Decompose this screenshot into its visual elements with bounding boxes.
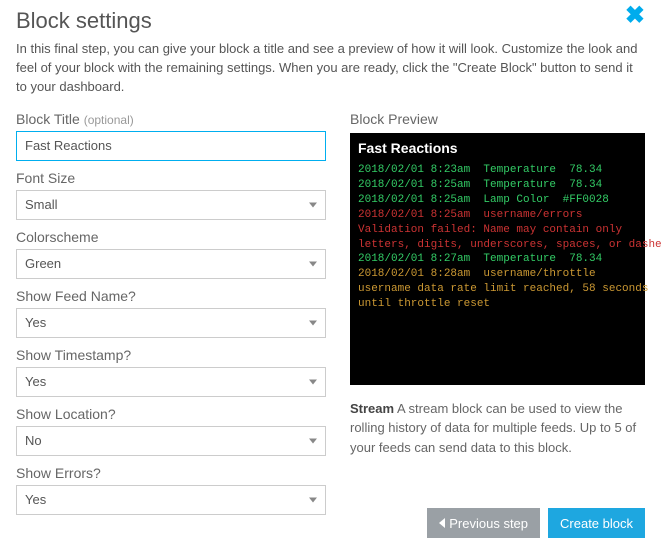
create-block-button[interactable]: Create block <box>548 508 645 538</box>
block-title-input[interactable] <box>16 131 326 161</box>
block-title-label: Block Title (optional) <box>16 111 326 127</box>
show-location-select[interactable]: No <box>16 426 326 456</box>
caret-down-icon <box>309 438 317 443</box>
settings-form: Block Title (optional) Font Size Small C… <box>16 111 326 515</box>
page-description: In this final step, you can give your bl… <box>16 40 645 97</box>
preview-line: 2018/02/01 8:28am username/throttle <box>358 267 637 282</box>
preview-title: Fast Reactions <box>358 139 637 158</box>
preview-line: Validation failed: Name may contain only <box>358 223 637 238</box>
preview-line: username data rate limit reached, 58 sec… <box>358 282 637 297</box>
caret-down-icon <box>309 261 317 266</box>
page-title: Block settings <box>16 8 152 34</box>
previous-step-button[interactable]: Previous step <box>427 508 540 538</box>
show-feed-name-select[interactable]: Yes <box>16 308 326 338</box>
preview-caption: Stream A stream block can be used to vie… <box>350 399 645 458</box>
colorscheme-select[interactable]: Green <box>16 249 326 279</box>
preview-line: 2018/02/01 8:23am Temperature 78.34 <box>358 163 637 178</box>
preview-line: letters, digits, underscores, spaces, or… <box>358 238 637 253</box>
preview-line: 2018/02/01 8:25am Temperature 78.34 <box>358 178 637 193</box>
caret-down-icon <box>309 379 317 384</box>
preview-line: 2018/02/01 8:25am Lamp Color #FF0028 <box>358 193 637 208</box>
show-errors-label: Show Errors? <box>16 465 326 481</box>
caret-down-icon <box>309 320 317 325</box>
block-preview-label: Block Preview <box>350 111 645 127</box>
chevron-left-icon <box>439 518 445 528</box>
preview-line: 2018/02/01 8:27am Temperature 78.34 <box>358 252 637 267</box>
preview-line: 2018/02/01 8:25am username/errors <box>358 208 637 223</box>
show-errors-select[interactable]: Yes <box>16 485 326 515</box>
block-preview: Fast Reactions 2018/02/01 8:23am Tempera… <box>350 133 645 385</box>
show-feed-name-label: Show Feed Name? <box>16 288 326 304</box>
caret-down-icon <box>309 202 317 207</box>
colorscheme-label: Colorscheme <box>16 229 326 245</box>
show-location-label: Show Location? <box>16 406 326 422</box>
caret-down-icon <box>309 497 317 502</box>
show-timestamp-select[interactable]: Yes <box>16 367 326 397</box>
font-size-label: Font Size <box>16 170 326 186</box>
show-timestamp-label: Show Timestamp? <box>16 347 326 363</box>
preview-line: until throttle reset <box>358 297 637 312</box>
font-size-select[interactable]: Small <box>16 190 326 220</box>
close-icon[interactable]: ✖ <box>625 4 645 28</box>
